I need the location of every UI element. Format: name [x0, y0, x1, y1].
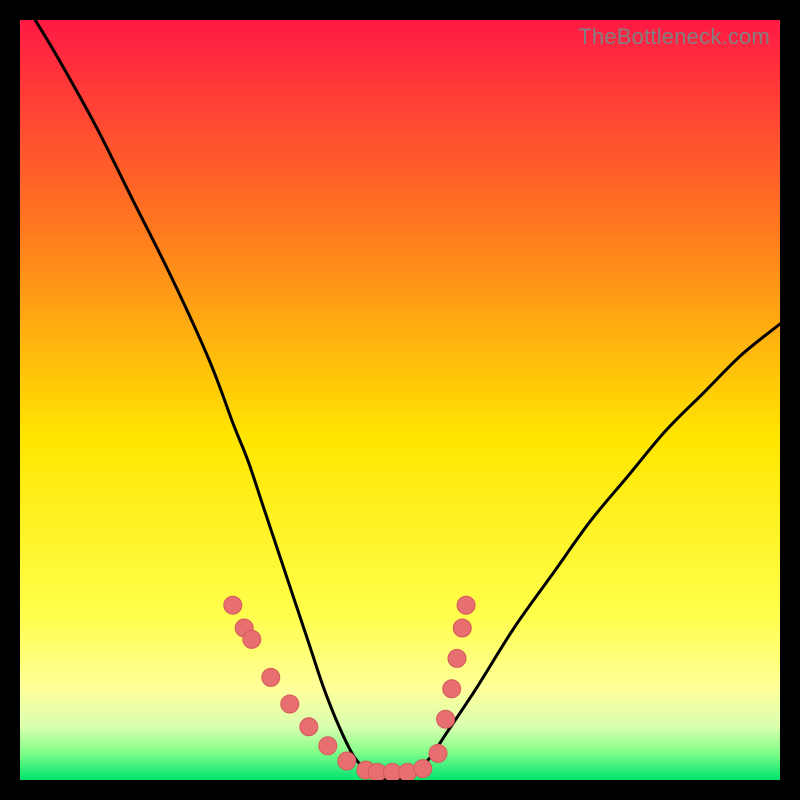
highlighted-points [224, 596, 475, 780]
data-marker [429, 744, 447, 762]
data-marker [281, 695, 299, 713]
data-marker [414, 760, 432, 778]
bottleneck-curve [35, 20, 780, 780]
data-marker [224, 596, 242, 614]
data-marker [319, 737, 337, 755]
data-marker [448, 649, 466, 667]
data-marker [243, 630, 261, 648]
data-marker [338, 752, 356, 770]
chart-frame: TheBottleneck.com [20, 20, 780, 780]
data-marker [262, 668, 280, 686]
data-marker [300, 718, 318, 736]
data-marker [437, 710, 455, 728]
watermark-text: TheBottleneck.com [578, 24, 770, 50]
chart-overlay [20, 20, 780, 780]
data-marker [457, 596, 475, 614]
data-marker [453, 619, 471, 637]
data-marker [443, 680, 461, 698]
